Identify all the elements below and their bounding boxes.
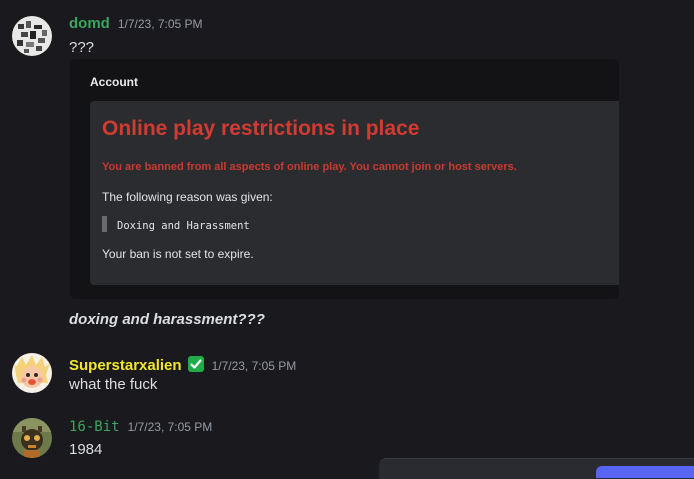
- timestamp: 1/7/23, 7:05 PM: [211, 359, 297, 373]
- reason-text: Doxing and Harassment: [117, 220, 250, 232]
- ban-notice-text: You are banned from all aspects of onlin…: [102, 161, 517, 173]
- username[interactable]: Superstarxalien: [69, 357, 182, 374]
- reason-label: The following reason was given:: [102, 190, 273, 204]
- username[interactable]: domd: [69, 15, 110, 32]
- avatar-image: [12, 418, 52, 458]
- username[interactable]: 16-Bit: [69, 419, 120, 435]
- avatar-image: [12, 353, 52, 393]
- message-text: what the fuck: [69, 376, 158, 393]
- avatar[interactable]: [12, 418, 52, 458]
- ban-headline: Online play restrictions in place: [102, 117, 420, 140]
- action-button-edge[interactable]: [596, 466, 694, 478]
- ban-notice-card: Online play restrictions in place You ar…: [90, 101, 619, 285]
- avatar[interactable]: [12, 353, 52, 393]
- image-attachment[interactable]: Account Online play restrictions in plac…: [70, 59, 619, 299]
- avatar-image: [12, 16, 52, 56]
- reason-quote: Doxing and Harassment: [102, 216, 250, 232]
- checkmark-icon: [187, 356, 204, 372]
- avatar[interactable]: [12, 16, 52, 56]
- timestamp: 1/7/23, 7:05 PM: [127, 420, 213, 434]
- followup-text: doxing and harassment???: [69, 311, 265, 328]
- message-text: 1984: [69, 441, 103, 458]
- embed-section-title: Account: [90, 75, 138, 89]
- message-text: ???: [69, 39, 95, 56]
- timestamp: 1/7/23, 7:05 PM: [117, 17, 203, 31]
- expiry-text: Your ban is not set to expire.: [102, 247, 254, 261]
